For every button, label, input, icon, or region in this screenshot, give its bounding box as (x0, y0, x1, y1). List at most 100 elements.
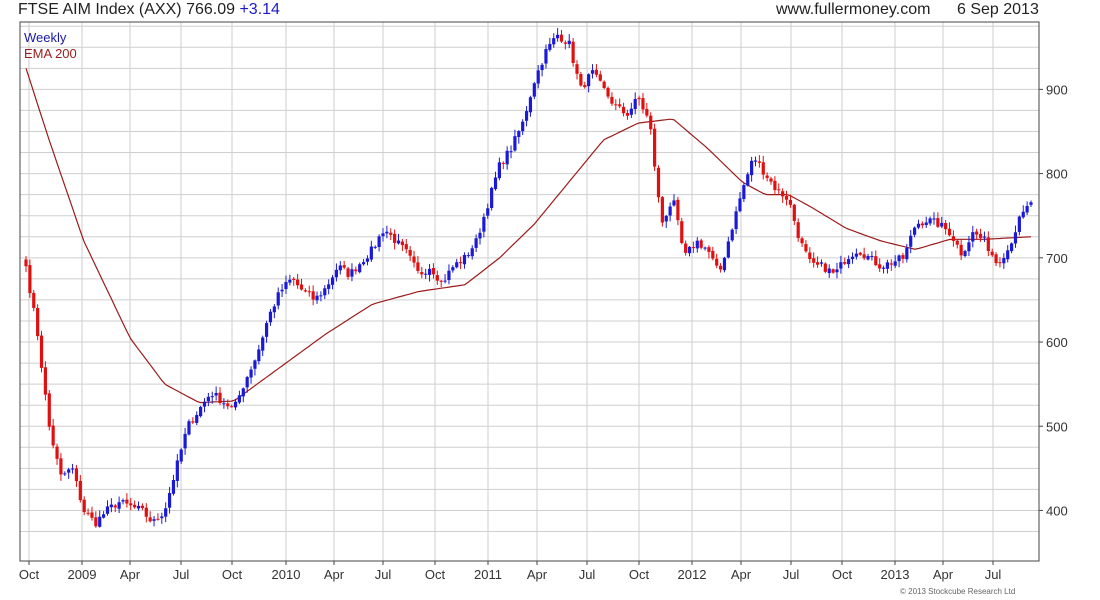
candlestick (152, 515, 156, 527)
candlestick (792, 203, 796, 226)
y-tick-label: 900 (1046, 82, 1068, 97)
candlestick (831, 268, 835, 274)
candlestick (850, 252, 855, 264)
candlestick (963, 249, 967, 258)
candlestick (637, 95, 641, 106)
candlestick (656, 165, 661, 203)
x-tick-label: Apr (120, 567, 141, 582)
candlestick (598, 70, 602, 82)
candlestick (458, 256, 463, 270)
candlestick (532, 81, 536, 100)
candlestick (521, 119, 525, 136)
x-tick-label: 2012 (678, 567, 707, 582)
candlestick (784, 190, 789, 206)
candlestick (951, 230, 955, 247)
candlestick (870, 251, 874, 261)
candlestick (633, 92, 637, 115)
x-tick-label: Apr (527, 567, 548, 582)
candlestick (171, 474, 176, 496)
candlestick (218, 387, 222, 405)
candlestick (819, 259, 824, 267)
candlestick (292, 277, 296, 286)
candlestick (354, 266, 358, 275)
candlestick (327, 279, 331, 295)
candlestick (971, 225, 975, 248)
x-tick-label: Jul (985, 567, 1002, 582)
candlestick (932, 212, 936, 225)
candlestick (373, 245, 377, 250)
candlestick (722, 256, 727, 273)
candlestick (323, 285, 327, 300)
candlestick (707, 245, 711, 259)
candlestick (672, 194, 676, 207)
y-tick-label: 800 (1046, 167, 1068, 182)
candlestick (959, 239, 963, 261)
candlestick (866, 253, 870, 261)
candlestick (781, 188, 785, 203)
candlestick (757, 155, 761, 168)
candlestick (400, 238, 404, 251)
candlestick (486, 203, 490, 219)
candlestick (827, 264, 831, 278)
candlestick (924, 216, 928, 228)
x-tick-label: Jul (375, 567, 392, 582)
x-tick-label: Apr (324, 567, 345, 582)
candlestick (835, 262, 839, 279)
candlestick (55, 443, 59, 465)
candlestick (769, 176, 773, 185)
candlestick (191, 417, 195, 425)
candlestick (94, 511, 98, 528)
x-tick-label: 2010 (272, 567, 301, 582)
candlestick (889, 259, 893, 271)
candlestick (272, 304, 276, 319)
candlestick (148, 511, 152, 523)
candlestick (342, 260, 346, 270)
candlestick (606, 86, 610, 99)
candlestick (447, 264, 451, 285)
candlestick (276, 287, 280, 310)
candlestick (261, 335, 265, 356)
candlestick (955, 239, 959, 249)
candlestick (389, 228, 393, 241)
candlestick (916, 219, 921, 230)
candlestick (885, 259, 890, 274)
candlestick (299, 278, 304, 291)
ema-series (25, 68, 1032, 404)
candlestick (346, 266, 350, 280)
ema-200-line (25, 68, 1032, 404)
legend-weekly: Weekly (24, 30, 67, 45)
candlestick (684, 240, 688, 256)
candlestick (718, 263, 723, 273)
candlestick (497, 157, 501, 181)
candlestick (179, 448, 183, 464)
x-axis: Oct 2009 Apr Jul Oct 2010 Apr Jul Oct 2011 Apr Jul O… (19, 561, 1002, 582)
candlestick (307, 285, 311, 297)
candlestick (703, 246, 707, 251)
y-tick-label: 700 (1046, 251, 1068, 266)
candlestick (660, 196, 664, 227)
candlestick (746, 172, 750, 187)
candlestick (102, 511, 106, 519)
candlestick (144, 503, 148, 523)
x-tick-label: Jul (579, 567, 596, 582)
candlestick-series (24, 28, 1033, 528)
candlestick (420, 266, 424, 279)
x-tick-label: Oct (222, 567, 243, 582)
candlestick (439, 279, 443, 288)
candlestick (567, 34, 571, 49)
candlestick (493, 171, 498, 191)
candlestick (936, 212, 940, 229)
candlestick (978, 228, 983, 242)
candlestick (680, 217, 684, 245)
candlestick (365, 255, 370, 266)
candlestick (753, 156, 758, 167)
candlestick (699, 238, 703, 250)
candlestick (881, 265, 886, 274)
candlestick (528, 95, 533, 117)
candlestick (505, 146, 509, 170)
candlestick (594, 63, 599, 78)
x-tick-label: Apr (933, 567, 954, 582)
candlestick (67, 467, 71, 479)
candlestick (726, 236, 730, 259)
copyright-notice: © 2013 Stockcube Research Ltd (900, 587, 1016, 596)
